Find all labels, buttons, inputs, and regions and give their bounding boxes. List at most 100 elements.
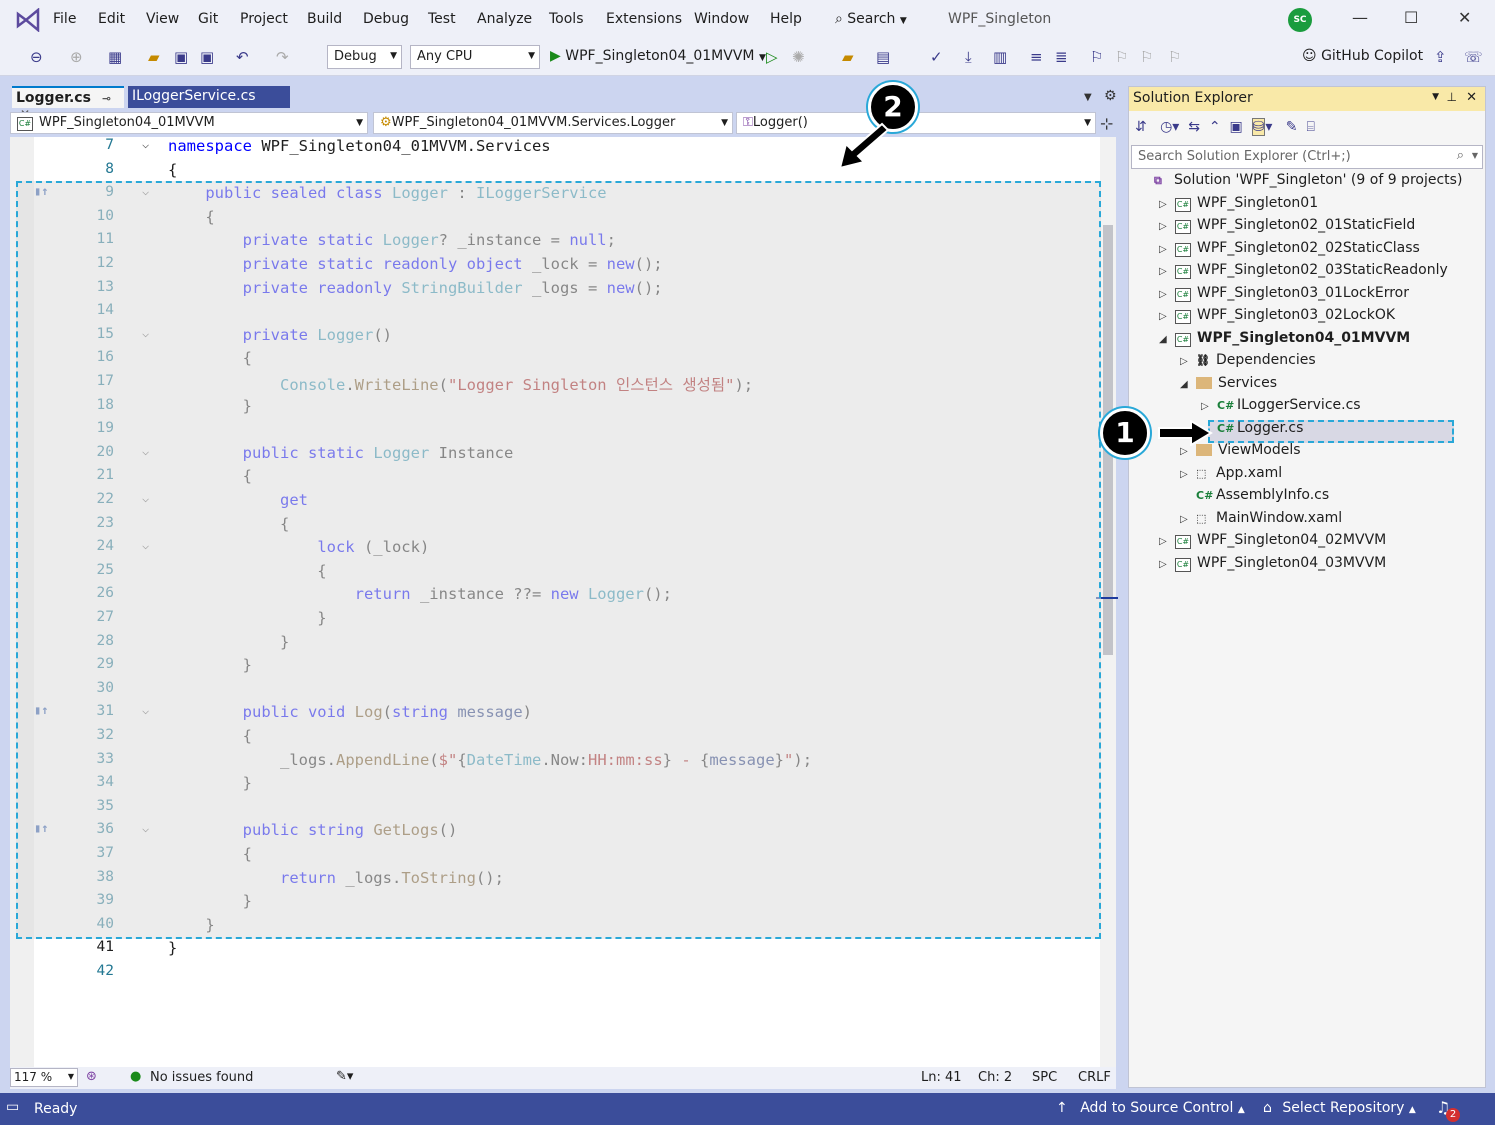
pin-icon[interactable]: ⊥ [1447, 90, 1457, 104]
close-panel-icon[interactable]: ✕ [1466, 90, 1477, 105]
switch-views-icon[interactable]: ⇵ [1135, 119, 1147, 135]
show-all-files-icon[interactable]: ▣ [1230, 119, 1243, 135]
back-icon[interactable]: ⊖ [30, 48, 43, 66]
expanded-arrow-icon[interactable]: ◢ [1180, 379, 1196, 390]
tab-logger-cs[interactable]: Logger.cs ⊸ ✕ [12, 86, 124, 121]
line-number-status[interactable]: Ln: 41 [921, 1070, 962, 1085]
history-icon[interactable]: ◷▾ [1160, 119, 1179, 135]
tree-item[interactable]: ▷ C# WPF_Singleton02_01StaticField [1159, 217, 1415, 239]
hot-reload-icon[interactable]: ✺ [792, 48, 805, 66]
menu-file[interactable]: File [53, 11, 76, 27]
tree-item[interactable]: ▷ C# ILoggerService.cs [1201, 397, 1361, 419]
save-icon[interactable]: ▣ [174, 48, 188, 66]
layout-icon[interactable]: ▤ [876, 48, 890, 66]
search-button[interactable]: ⌕ Search ▼ [835, 11, 907, 27]
maximize-icon[interactable]: ☐ [1404, 8, 1418, 27]
avatar[interactable]: SC [1288, 8, 1312, 32]
split-icon[interactable]: ⊹ [1100, 114, 1113, 133]
tree-item[interactable]: C# Logger.cs [1201, 420, 1303, 442]
tree-item[interactable]: C# AssemblyInfo.cs [1180, 487, 1329, 509]
start-without-debugging-icon[interactable]: ▷ [766, 48, 778, 66]
collapsed-arrow-icon[interactable]: ▷ [1180, 356, 1196, 367]
bookmark-clear-icon[interactable]: ⚐ [1168, 48, 1181, 66]
settings-icon[interactable]: ⚙ [1104, 88, 1117, 104]
properties-icon[interactable]: ✎ [1286, 119, 1298, 135]
collapsed-arrow-icon[interactable]: ▷ [1201, 401, 1217, 412]
forward-icon[interactable]: ⊕ [70, 48, 83, 66]
menu-analyze[interactable]: Analyze [477, 11, 532, 27]
fold-toggle-icon[interactable]: ⌵ [142, 137, 149, 151]
configuration-select[interactable]: Debug ▼ [327, 45, 402, 69]
expanded-arrow-icon[interactable]: ◢ [1159, 334, 1175, 345]
bookmark-prev-icon[interactable]: ⚐ [1115, 48, 1128, 66]
bookmark-next-icon[interactable]: ⚐ [1140, 48, 1153, 66]
preview-icon[interactable]: ⌸ [1306, 119, 1314, 135]
tree-item[interactable]: ▷ C# WPF_Singleton03_02LockOK [1159, 307, 1395, 329]
menu-help[interactable]: Help [770, 11, 802, 27]
select-repository-button[interactable]: ⌂ Select Repository ▲ [1263, 1100, 1416, 1116]
code-line[interactable]: 41} [10, 939, 1100, 963]
collapsed-arrow-icon[interactable]: ▷ [1159, 221, 1175, 232]
platform-select[interactable]: Any CPU ▼ [410, 45, 540, 69]
add-to-source-control-button[interactable]: ↑ Add to Source Control ▲ [1056, 1100, 1245, 1116]
redo-icon[interactable]: ↷ [276, 48, 289, 66]
menu-build[interactable]: Build [307, 11, 342, 27]
solution-search-input[interactable]: Search Solution Explorer (Ctrl+;) ⌕ ▼ [1131, 145, 1483, 169]
minimize-icon[interactable]: — [1352, 8, 1368, 27]
collapsed-arrow-icon[interactable]: ▷ [1180, 514, 1196, 525]
share-icon[interactable]: ⇪ [1434, 48, 1447, 66]
tree-item[interactable]: ▷ C# WPF_Singleton02_03StaticReadonly [1159, 262, 1448, 284]
issues-status[interactable]: No issues found [150, 1070, 253, 1085]
line-ending-status[interactable]: CRLF [1078, 1070, 1111, 1085]
tab-iloggerservice-cs[interactable]: ILoggerService.cs [128, 86, 290, 108]
github-copilot-button[interactable]: ☺ GitHub Copilot [1302, 48, 1423, 64]
clipboard-icon[interactable]: ▥ [993, 48, 1007, 66]
menu-window[interactable]: Window [694, 11, 749, 27]
tree-item[interactable]: ▷ C# WPF_Singleton03_01LockError [1159, 285, 1409, 307]
collapsed-arrow-icon[interactable]: ▷ [1159, 199, 1175, 210]
spell-check-icon[interactable]: ✓ [930, 48, 943, 66]
menu-project[interactable]: Project [240, 11, 288, 27]
tree-item[interactable]: ▷ C# WPF_Singleton04_02MVVM [1159, 532, 1386, 554]
collapsed-arrow-icon[interactable]: ▷ [1159, 244, 1175, 255]
project-nav-select[interactable]: C# WPF_Singleton04_01MVVM ▼ [10, 112, 368, 134]
menu-debug[interactable]: Debug [363, 11, 409, 27]
collapsed-arrow-icon[interactable]: ▷ [1159, 559, 1175, 570]
tree-item[interactable]: ▷ C# WPF_Singleton04_03MVVM [1159, 555, 1386, 577]
menu-test[interactable]: Test [428, 11, 456, 27]
tree-item[interactable]: ▷ C# WPF_Singleton01 [1159, 195, 1318, 217]
feedback-icon[interactable]: ☏ [1464, 48, 1483, 66]
menu-extensions[interactable]: Extensions [606, 11, 682, 27]
collapse-all-icon[interactable]: ⌃ [1209, 119, 1221, 135]
type-nav-select[interactable]: ⚙WPF_Singleton04_01MVVM.Services.Logger … [373, 112, 733, 134]
tree-item[interactable]: ◢ Services [1180, 375, 1277, 397]
collapsed-arrow-icon[interactable]: ▷ [1159, 311, 1175, 322]
menu-edit[interactable]: Edit [98, 11, 125, 27]
save-all-icon[interactable]: ▣ [200, 48, 214, 66]
health-icon[interactable]: ⊛ [86, 1069, 97, 1084]
output-icon[interactable]: ▭ [6, 1099, 19, 1115]
visual-studio-logo-icon[interactable] [14, 7, 42, 33]
undo-icon[interactable]: ↶ [236, 48, 249, 66]
tree-item[interactable]: ▷ ⬚ App.xaml [1180, 465, 1282, 487]
code-line[interactable]: 42 [10, 963, 1100, 987]
panel-menu-icon[interactable]: ▼ [1432, 92, 1439, 102]
tree-item[interactable]: ▷ ⛓ Dependencies [1180, 352, 1316, 374]
close-icon[interactable]: ✕ [1458, 8, 1471, 27]
bookmark-icon[interactable]: ⚐ [1090, 48, 1103, 66]
outdent-icon[interactable]: ≣ [1055, 48, 1068, 66]
pin-icon[interactable]: ⊸ [102, 92, 111, 105]
start-debugging-button[interactable]: ▶ WPF_Singleton04_01MVVM ▼ [550, 48, 766, 64]
whitespace-status[interactable]: SPC [1032, 1070, 1057, 1085]
code-line[interactable]: 7 ⌵ namespace WPF_Singleton04_01MVVM.Servi… [10, 137, 1100, 161]
tree-item[interactable]: ⧉ Solution 'WPF_Singleton' (9 of 9 projec… [1138, 172, 1462, 194]
collapsed-arrow-icon[interactable]: ▷ [1159, 289, 1175, 300]
sync-icon[interactable]: ⇆ [1188, 119, 1200, 135]
tree-item[interactable]: ▷ C# WPF_Singleton02_02StaticClass [1159, 240, 1420, 262]
view-filter-icon[interactable]: ⛁ [1251, 118, 1266, 136]
collapsed-arrow-icon[interactable]: ▷ [1159, 266, 1175, 277]
menu-git[interactable]: Git [198, 11, 218, 27]
code-cleanup-icon[interactable]: ✎▾ [336, 1069, 353, 1084]
open-folder-icon[interactable]: ▰ [148, 48, 160, 66]
collapsed-arrow-icon[interactable]: ▷ [1180, 469, 1196, 480]
